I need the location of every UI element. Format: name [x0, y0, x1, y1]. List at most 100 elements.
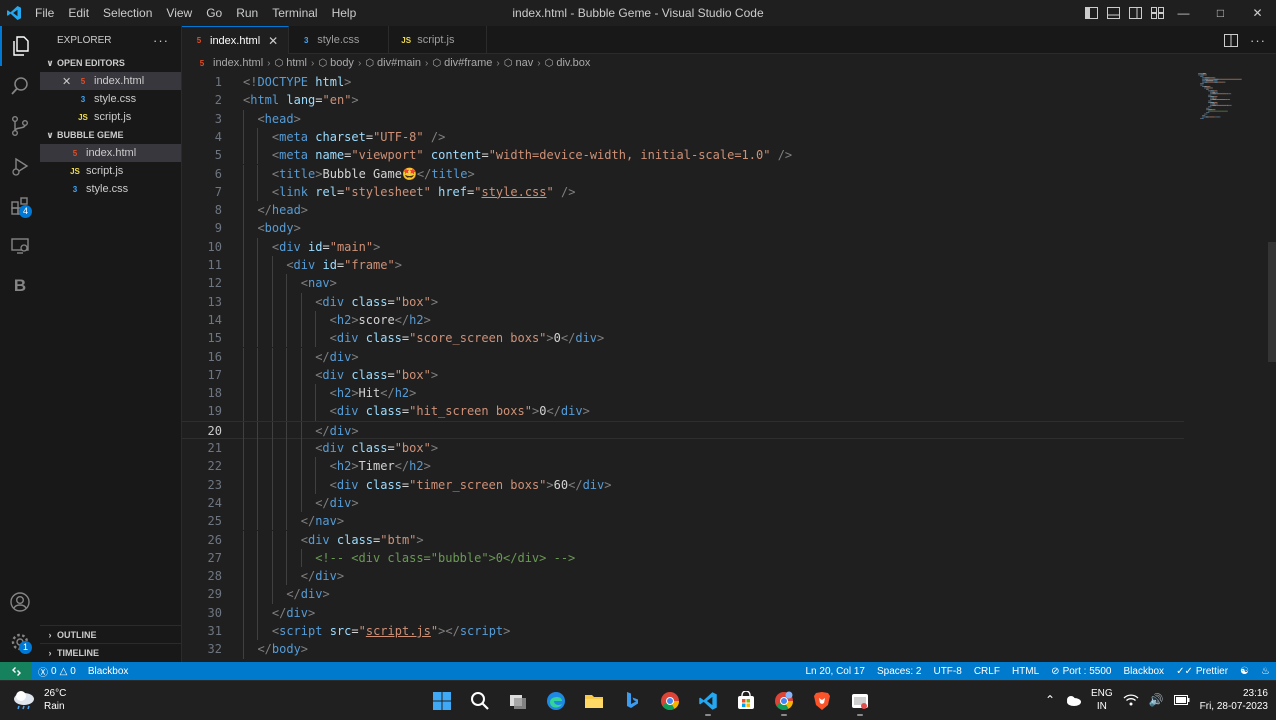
blackbox-status-right[interactable]: Blackbox	[1117, 662, 1170, 680]
close-editor-icon[interactable]: ✕	[62, 75, 76, 88]
code-line[interactable]: 32 </body>	[182, 640, 1184, 659]
input-language[interactable]: ENG IN	[1091, 687, 1113, 713]
menu-go[interactable]: Go	[199, 0, 229, 26]
code-line[interactable]: 1 <!DOCTYPE html>	[182, 73, 1184, 91]
menu-file[interactable]: File	[28, 0, 61, 26]
outline-section[interactable]: › OUTLINE	[40, 625, 182, 643]
source-control-icon[interactable]	[0, 106, 40, 146]
toggle-secondary-sidebar-icon[interactable]	[1129, 7, 1142, 19]
live-server-port[interactable]: ⊘ Port : 5500	[1045, 662, 1117, 680]
breadcrumb-item[interactable]: ⬡ body	[318, 57, 354, 69]
code-line[interactable]: 30 </div>	[182, 603, 1184, 622]
chrome-icon[interactable]	[652, 685, 688, 717]
taskbar-search-icon[interactable]	[462, 685, 498, 717]
blackbox-icon[interactable]: B	[0, 266, 40, 306]
code-line[interactable]: 11 <div id="frame">	[182, 256, 1184, 275]
microsoft-store-icon[interactable]	[728, 685, 764, 717]
code-line[interactable]: 28 </div>	[182, 567, 1184, 586]
breadcrumb-item[interactable]: ⬡ div#frame	[432, 57, 492, 69]
file-script-js[interactable]: JS script.js	[40, 162, 181, 180]
maximize-icon[interactable]: □	[1202, 0, 1239, 26]
code-line[interactable]: 24 </div>	[182, 493, 1184, 513]
volume-icon[interactable]: 🔊	[1149, 693, 1164, 707]
code-line[interactable]: 2 <html lang="en">	[182, 91, 1184, 109]
open-editor-index-html[interactable]: ✕ 5 index.html	[40, 72, 181, 90]
indentation[interactable]: Spaces: 2	[871, 662, 927, 680]
code-line[interactable]: 29 </div>	[182, 585, 1184, 604]
code-line[interactable]: 23 <div class="timer_screen boxs">60</div…	[182, 475, 1184, 494]
menu-edit[interactable]: Edit	[61, 0, 96, 26]
breadcrumb-item[interactable]: ⬡ div.box	[545, 57, 591, 69]
code-line[interactable]: 22 <h2>Timer</h2>	[182, 457, 1184, 476]
snipping-tool-icon[interactable]	[842, 685, 878, 717]
settings-gear-icon[interactable]: 1	[0, 622, 40, 662]
code-line[interactable]: 12 <nav>	[182, 274, 1184, 293]
code-editor[interactable]: 1 <!DOCTYPE html> 2 <html lang="en"> 3 <head>…	[182, 72, 1276, 662]
code-line[interactable]: 5 <meta name="viewport" content="width=de…	[182, 146, 1184, 165]
code-line[interactable]: 19 <div class="hit_screen boxs">0</div>	[182, 402, 1184, 421]
blackbox-status-left[interactable]: Blackbox	[82, 662, 135, 680]
code-line[interactable]: 9 <body>	[182, 219, 1184, 238]
code-line[interactable]: 31 <script src="script.js"></script>	[182, 622, 1184, 641]
customize-layout-icon[interactable]	[1151, 7, 1164, 19]
code-line[interactable]: 7 <link rel="stylesheet" href="style.css"…	[182, 182, 1184, 202]
timeline-section[interactable]: › TIMELINE	[40, 643, 182, 661]
remote-explorer-icon[interactable]	[0, 226, 40, 266]
close-tab-icon[interactable]: ✕	[268, 34, 278, 48]
edge-browser-icon[interactable]	[538, 685, 574, 717]
more-actions-icon[interactable]: ···	[153, 33, 169, 48]
vscode-logo-icon[interactable]	[0, 0, 28, 26]
onedrive-cloud-icon[interactable]	[1065, 695, 1081, 706]
code-line[interactable]: 4 <meta charset="UTF-8" />	[182, 127, 1184, 147]
breadcrumb-item[interactable]: ⬡ nav	[504, 57, 533, 69]
prettier-status[interactable]: ✓✓ Prettier	[1170, 662, 1234, 680]
breadcrumb-item[interactable]: 5 index.html	[196, 57, 263, 69]
breadcrumb-item[interactable]: ⬡ html	[274, 57, 307, 69]
brave-browser-icon[interactable]	[804, 685, 840, 717]
code-line[interactable]: 3 <head>	[182, 109, 1184, 128]
cursor-position[interactable]: Ln 20, Col 17	[799, 662, 871, 680]
menu-selection[interactable]: Selection	[96, 0, 159, 26]
open-editors-section[interactable]: ∨ OPEN EDITORS	[40, 54, 181, 72]
bing-icon[interactable]	[614, 685, 650, 717]
open-editor-style-css[interactable]: 3 style.css	[40, 90, 181, 108]
show-hidden-icons-icon[interactable]: ⌃	[1045, 693, 1055, 707]
folder-section[interactable]: ∨ BUBBLE GEME	[40, 126, 181, 144]
code-line[interactable]: 27 <!-- <div class="bubble">0</div> -->	[182, 548, 1184, 568]
weather-widget[interactable]: 26°C Rain	[12, 687, 66, 713]
menu-run[interactable]: Run	[229, 0, 265, 26]
start-windows-icon[interactable]	[424, 685, 460, 717]
notifications-bell-icon[interactable]: ♨	[1255, 662, 1276, 680]
vertical-scrollbar[interactable]	[1268, 242, 1276, 362]
code-line[interactable]: 17 <div class="box">	[182, 365, 1184, 385]
code-line[interactable]: 6 <title>Bubble Game🤩</title>	[182, 164, 1184, 183]
end-of-line[interactable]: CRLF	[968, 662, 1006, 680]
tab-index-html[interactable]: 5 index.html ✕	[182, 26, 290, 54]
system-clock[interactable]: 23:16 Fri, 28-07-2023	[1200, 687, 1268, 713]
more-editor-actions-icon[interactable]: ···	[1250, 33, 1266, 48]
code-line[interactable]: 25 </nav>	[182, 512, 1184, 531]
close-window-icon[interactable]: ✕	[1239, 0, 1276, 26]
open-editor-script-js[interactable]: JS script.js	[40, 108, 181, 126]
code-line[interactable]: 16 </div>	[182, 347, 1184, 366]
chrome-profile-icon[interactable]	[766, 685, 802, 717]
tab-script-js[interactable]: JS script.js	[389, 26, 488, 54]
code-line[interactable]: 15 <div class="score_screen boxs">0</div>	[182, 329, 1184, 348]
code-line[interactable]: 8 </head>	[182, 201, 1184, 220]
breadcrumb-item[interactable]: ⬡ div#main	[365, 57, 421, 69]
explorer-icon[interactable]	[0, 26, 40, 66]
code-line[interactable]: 10 <div id="main">	[182, 237, 1184, 256]
code-line[interactable]: 26 <div class="btm">	[182, 530, 1184, 549]
code-line[interactable]: 20 </div>	[182, 420, 1184, 440]
menu-help[interactable]: Help	[325, 0, 364, 26]
battery-icon[interactable]	[1173, 695, 1190, 705]
code-line[interactable]: 13 <div class="box">	[182, 292, 1184, 311]
wifi-icon[interactable]	[1123, 694, 1139, 706]
split-editor-icon[interactable]	[1224, 33, 1238, 47]
code-line[interactable]: 21 <div class="box">	[182, 439, 1184, 458]
toggle-panel-icon[interactable]	[1107, 7, 1120, 19]
menu-view[interactable]: View	[159, 0, 199, 26]
tab-style-css[interactable]: 3 style.css	[289, 26, 390, 54]
copilot-icon[interactable]: ☯	[1234, 662, 1255, 680]
task-view-icon[interactable]	[500, 685, 536, 717]
